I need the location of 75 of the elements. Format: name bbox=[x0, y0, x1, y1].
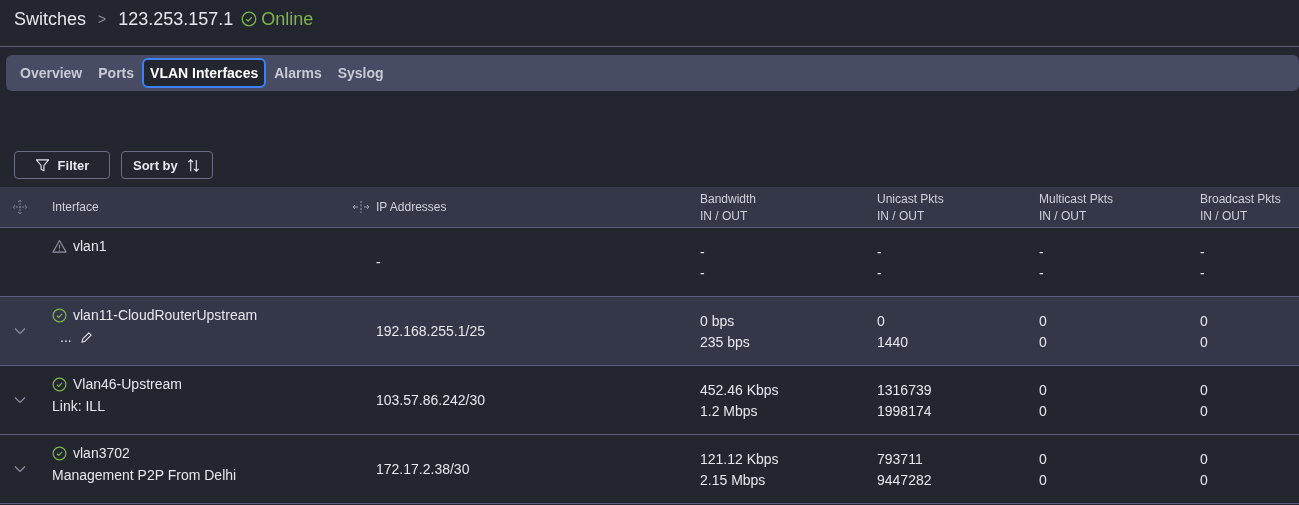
metric-out: 235 bps bbox=[700, 333, 750, 350]
ip-address: 172.17.2.38/30 bbox=[376, 461, 470, 477]
interface-name: vlan11-CloudRouterUpstream bbox=[73, 307, 258, 323]
interface-description: ... bbox=[60, 329, 72, 345]
metric-in: 452.46 Kbps bbox=[700, 381, 779, 398]
interface-description: Management P2P From Delhi bbox=[52, 467, 237, 483]
metric-out: 0 bbox=[1200, 402, 1208, 419]
chevron-down-icon[interactable] bbox=[14, 327, 26, 335]
metric-in: 0 bbox=[1039, 381, 1047, 398]
device-title: 123.253.157.1 bbox=[118, 8, 234, 30]
column-header: IP Addresses bbox=[376, 200, 447, 214]
resize-handle-icon[interactable] bbox=[352, 200, 370, 214]
breadcrumb-link[interactable]: Switches bbox=[14, 8, 87, 30]
edit-icon[interactable] bbox=[79, 330, 93, 344]
status-label: Online bbox=[261, 8, 314, 30]
metric-in: 0 bbox=[1039, 450, 1047, 467]
tab[interactable]: Syslog bbox=[329, 58, 392, 88]
ip-address: - bbox=[376, 254, 381, 270]
breadcrumb-separator: > bbox=[97, 11, 108, 27]
move-icon[interactable] bbox=[12, 199, 28, 215]
metric-out: - bbox=[877, 264, 882, 281]
interface-name: Vlan46-Upstream bbox=[73, 376, 182, 392]
column-header: Broadcast Pkts bbox=[1200, 191, 1281, 206]
tab[interactable]: VLAN Interfaces bbox=[142, 58, 267, 88]
metric-in: 121.12 Kbps bbox=[700, 450, 779, 467]
interface-name: vlan1 bbox=[73, 238, 107, 254]
metric-out: 2.15 Mbps bbox=[700, 471, 766, 488]
column-header: Bandwidth bbox=[700, 191, 757, 206]
metric-out: 1440 bbox=[877, 333, 909, 350]
metric-out: 0 bbox=[1200, 471, 1208, 488]
metric-in: 0 bps bbox=[700, 312, 735, 329]
column-header: Unicast Pkts bbox=[877, 191, 944, 206]
ip-address: 103.57.86.242/30 bbox=[376, 392, 485, 408]
metric-out: - bbox=[700, 264, 705, 281]
ip-address: 192.168.255.1/25 bbox=[376, 323, 485, 339]
metric-out: 9447282 bbox=[877, 471, 932, 488]
metric-out: 1.2 Mbps bbox=[700, 402, 758, 419]
table-row[interactable]: vlan3702 Management P2P From Delhi 172.17.2.38/30 121.12 Kbps 2.15 Mbps 793711 9447282 0 0 0 0 bbox=[0, 435, 1299, 504]
metric-in: - bbox=[1039, 243, 1044, 260]
sort-icon bbox=[185, 157, 201, 173]
sort-button[interactable]: Sort by bbox=[121, 151, 213, 179]
chevron-down-icon[interactable] bbox=[14, 465, 26, 473]
table-row[interactable]: vlan11-CloudRouterUpstream ... 192.168.255.1/25 0 bps 235 bps 0 1440 0 0 0 0 bbox=[0, 297, 1299, 366]
tab[interactable]: Ports bbox=[90, 58, 143, 88]
column-header: Interface bbox=[52, 200, 99, 214]
filter-button[interactable]: Filter bbox=[14, 151, 110, 179]
metric-in: - bbox=[700, 243, 705, 260]
tab[interactable]: Overview bbox=[12, 58, 91, 88]
column-header: Multicast Pkts bbox=[1039, 191, 1113, 206]
metric-out: 0 bbox=[1039, 471, 1047, 488]
metric-in: 793711 bbox=[877, 450, 923, 467]
chevron-down-icon[interactable] bbox=[14, 396, 26, 404]
metric-in: - bbox=[877, 243, 882, 260]
metric-in: 0 bbox=[1200, 381, 1208, 398]
metric-in: - bbox=[1200, 243, 1205, 260]
column-subheader: IN / OUT bbox=[1200, 208, 1249, 223]
tab[interactable]: Alarms bbox=[266, 58, 330, 88]
column-subheader: IN / OUT bbox=[700, 208, 749, 223]
column-subheader: IN / OUT bbox=[1039, 208, 1088, 223]
metric-out: 0 bbox=[1039, 402, 1047, 419]
metric-out: - bbox=[1200, 264, 1205, 281]
metric-in: 0 bbox=[1200, 312, 1208, 329]
metric-out: 0 bbox=[1039, 333, 1047, 350]
interface-description: Link: ILL bbox=[52, 398, 105, 414]
metric-in: 1316739 bbox=[877, 381, 932, 398]
metric-out: 1998174 bbox=[877, 402, 932, 419]
metric-out: - bbox=[1039, 264, 1044, 281]
filter-icon bbox=[34, 157, 50, 173]
column-subheader: IN / OUT bbox=[877, 208, 926, 223]
metric-out: 0 bbox=[1200, 333, 1208, 350]
interface-name: vlan3702 bbox=[73, 445, 130, 461]
metric-in: 0 bbox=[1039, 312, 1047, 329]
table-row[interactable]: Vlan46-Upstream Link: ILL 103.57.86.242/30 452.46 Kbps 1.2 Mbps 1316739 1998174 0 0 0 0 bbox=[0, 366, 1299, 435]
metric-in: 0 bbox=[1200, 450, 1208, 467]
metric-in: 0 bbox=[877, 312, 885, 329]
